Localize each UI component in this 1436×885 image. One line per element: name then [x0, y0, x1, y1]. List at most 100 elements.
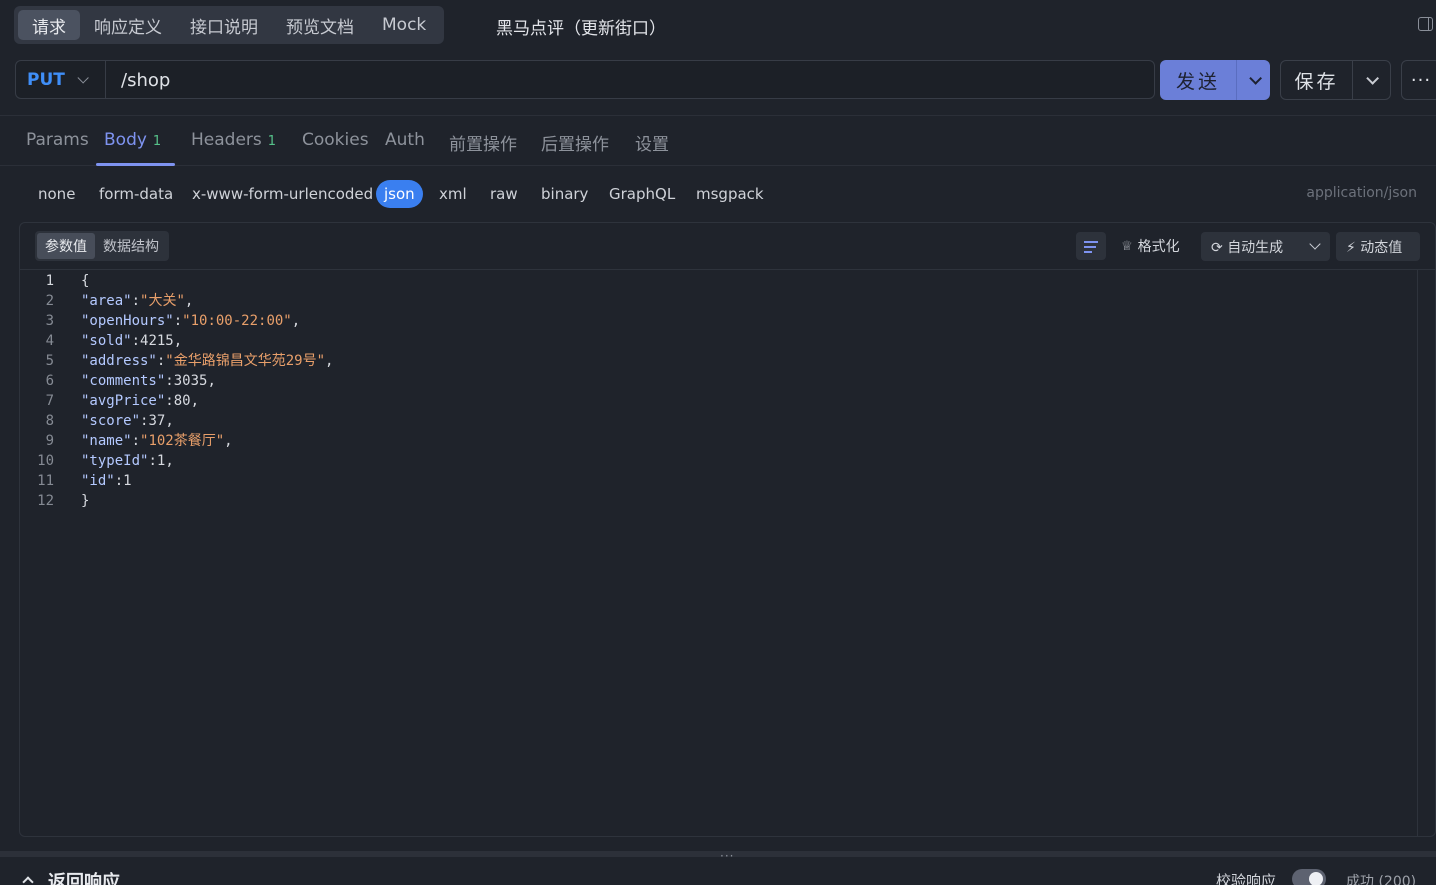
line-number: 3	[45, 313, 54, 329]
code-token: }	[81, 493, 90, 509]
save-label: 保存	[1294, 70, 1339, 93]
code-token: "typeId"	[81, 453, 149, 469]
tab-post-operations[interactable]: 后置操作	[541, 130, 609, 155]
tab-label: 设置	[635, 135, 669, 155]
code-line[interactable]: 10 "typeId":1,	[20, 451, 1417, 471]
top-tab-group: 请求 响应定义 接口说明 预览文档 Mock	[14, 6, 445, 44]
line-number: 1	[45, 273, 54, 289]
code-line[interactable]: 9 "name":"102茶餐厅",	[20, 431, 1417, 451]
code-text: "avgPrice":80,	[81, 391, 199, 411]
chevron-down-icon[interactable]	[1309, 238, 1321, 250]
code-line[interactable]: 8 "score":37,	[20, 411, 1417, 431]
code-token: 1	[123, 473, 132, 489]
tab-api-description[interactable]: 接口说明	[176, 10, 272, 40]
line-number: 9	[45, 433, 54, 449]
api-title[interactable]: 黑马点评（更新街口）	[496, 14, 666, 39]
code-text: "id":1	[81, 471, 132, 491]
body-type-none[interactable]: none	[38, 185, 75, 203]
chevron-down-icon[interactable]	[1366, 71, 1379, 85]
body-type-msgpack[interactable]: msgpack	[696, 185, 764, 203]
tab-cookies[interactable]: Cookies	[302, 130, 369, 150]
word-wrap-icon[interactable]	[1076, 232, 1106, 260]
chevron-down-icon	[77, 71, 89, 84]
code-token: ,	[207, 373, 216, 389]
code-area[interactable]: 1{2 "area":"大关", 3 "openHours":"10:00-22:00…	[20, 271, 1417, 511]
body-type-xml[interactable]: xml	[439, 185, 467, 203]
code-line[interactable]: 3 "openHours":"10:00-22:00",	[20, 311, 1417, 331]
dynamic-value-text: 动态值	[1360, 240, 1403, 256]
format-button[interactable]: ♕ 格式化	[1121, 236, 1180, 256]
method-select[interactable]: PUT	[16, 61, 106, 98]
more-button[interactable]: ···	[1401, 60, 1436, 100]
param-value-tab[interactable]: 参数值	[37, 233, 95, 259]
wrap-line	[1084, 251, 1092, 253]
tab-preview-docs[interactable]: 预览文档	[272, 10, 368, 40]
code-token: 3035	[173, 373, 208, 389]
code-line[interactable]: 6 "comments":3035,	[20, 371, 1417, 391]
wrap-line	[1084, 241, 1098, 243]
count-badge: 1	[267, 134, 277, 149]
code-line[interactable]: 11 "id":1	[20, 471, 1417, 491]
code-line[interactable]: 5 "address":"金华路锦昌文华苑29号",	[20, 351, 1417, 371]
code-text: "openHours":"10:00-22:00",	[81, 311, 300, 331]
code-text: "sold":4215,	[81, 331, 182, 351]
tab-auth[interactable]: Auth	[385, 130, 425, 150]
active-tab-indicator	[96, 163, 175, 166]
body-type-graphql[interactable]: GraphQL	[609, 185, 675, 203]
chevron-up-icon[interactable]	[22, 876, 34, 885]
line-number: 2	[45, 293, 54, 309]
tab-response-definition[interactable]: 响应定义	[80, 10, 176, 40]
verify-response-toggle[interactable]	[1292, 869, 1326, 885]
tab-label: 前置操作	[449, 135, 517, 155]
chevron-down-icon[interactable]	[1249, 71, 1262, 85]
editor-toolbar: 参数值 数据结构 ♕ 格式化 ⟳ 自动生成 ⚡ 动态值	[20, 223, 1435, 270]
code-line[interactable]: 12}	[20, 491, 1417, 511]
side-panel-icon[interactable]	[1418, 17, 1433, 31]
line-number: 10	[37, 453, 54, 469]
line-number: 8	[45, 413, 54, 429]
dynamic-value-button[interactable]: ⚡ 动态值	[1336, 232, 1420, 261]
tab-request[interactable]: 请求	[18, 10, 80, 40]
code-token: :	[131, 333, 141, 349]
body-type-binary[interactable]: binary	[541, 185, 588, 203]
tab-pre-operations[interactable]: 前置操作	[449, 130, 517, 155]
code-line[interactable]: 4 "sold":4215,	[20, 331, 1417, 351]
code-token: "score"	[81, 413, 141, 429]
code-token: ,	[173, 333, 183, 349]
code-token: :	[165, 373, 174, 389]
tab-label: Cookies	[302, 130, 369, 150]
status-select[interactable]: 成功 (200)	[1346, 871, 1416, 885]
tab-body[interactable]: Body 1	[104, 130, 161, 150]
code-line[interactable]: 2 "area":"大关",	[20, 291, 1417, 311]
code-text: {	[81, 271, 89, 291]
tab-label: Params	[26, 130, 89, 150]
code-token: "102茶餐厅"	[140, 433, 225, 449]
code-token: :	[173, 313, 183, 329]
code-token: "openHours"	[81, 313, 174, 329]
save-button[interactable]: 保存	[1280, 60, 1391, 100]
auto-generate-button[interactable]: ⟳ 自动生成	[1201, 232, 1330, 261]
code-token: "大关"	[140, 293, 185, 309]
scrollbar[interactable]	[1417, 270, 1435, 836]
code-token: "area"	[81, 293, 132, 309]
send-button[interactable]: 发送	[1160, 60, 1270, 100]
tab-mock[interactable]: Mock	[368, 10, 440, 40]
body-type-raw[interactable]: raw	[490, 185, 518, 203]
data-structure-tab[interactable]: 数据结构	[95, 233, 167, 259]
body-type-form-data[interactable]: form-data	[99, 185, 173, 203]
code-line[interactable]: 7 "avgPrice":80,	[20, 391, 1417, 411]
response-title[interactable]: 返回响应	[48, 868, 120, 885]
tab-headers[interactable]: Headers 1	[191, 130, 276, 150]
tab-settings[interactable]: 设置	[635, 130, 669, 155]
code-token: :	[165, 393, 174, 409]
tab-label: Headers	[191, 130, 262, 150]
code-line[interactable]: 1{	[20, 271, 1417, 291]
body-type-json[interactable]: json	[376, 180, 423, 208]
body-type-urlencoded[interactable]: x-www-form-urlencoded	[192, 185, 373, 203]
method-label: PUT	[27, 69, 65, 90]
code-token: ,	[291, 313, 301, 329]
tab-params[interactable]: Params	[26, 130, 89, 150]
code-token: ,	[224, 433, 233, 449]
code-text: "area":"大关",	[81, 291, 193, 311]
url-input[interactable]: /shop	[121, 70, 170, 91]
